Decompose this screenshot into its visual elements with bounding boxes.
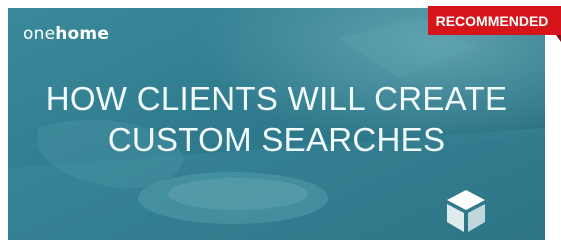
video-card[interactable]: onehome HOW CLIENTS WILL CREATE CUSTOM S…: [0, 0, 561, 247]
recommended-badge: RECOMMENDED: [428, 6, 561, 42]
logo-text-home: home: [55, 24, 110, 44]
title-line-2: CUSTOM SEARCHES: [107, 121, 446, 158]
cube-logo-icon: [447, 190, 485, 232]
onehome-logo: onehome: [23, 24, 109, 44]
logo-text-one: one: [23, 24, 56, 44]
video-title: HOW CLIENTS WILL CREATE CUSTOM SEARCHES: [8, 78, 545, 160]
badge-label: RECOMMENDED: [435, 12, 549, 29]
title-line-1: HOW CLIENTS WILL CREATE: [45, 80, 508, 117]
